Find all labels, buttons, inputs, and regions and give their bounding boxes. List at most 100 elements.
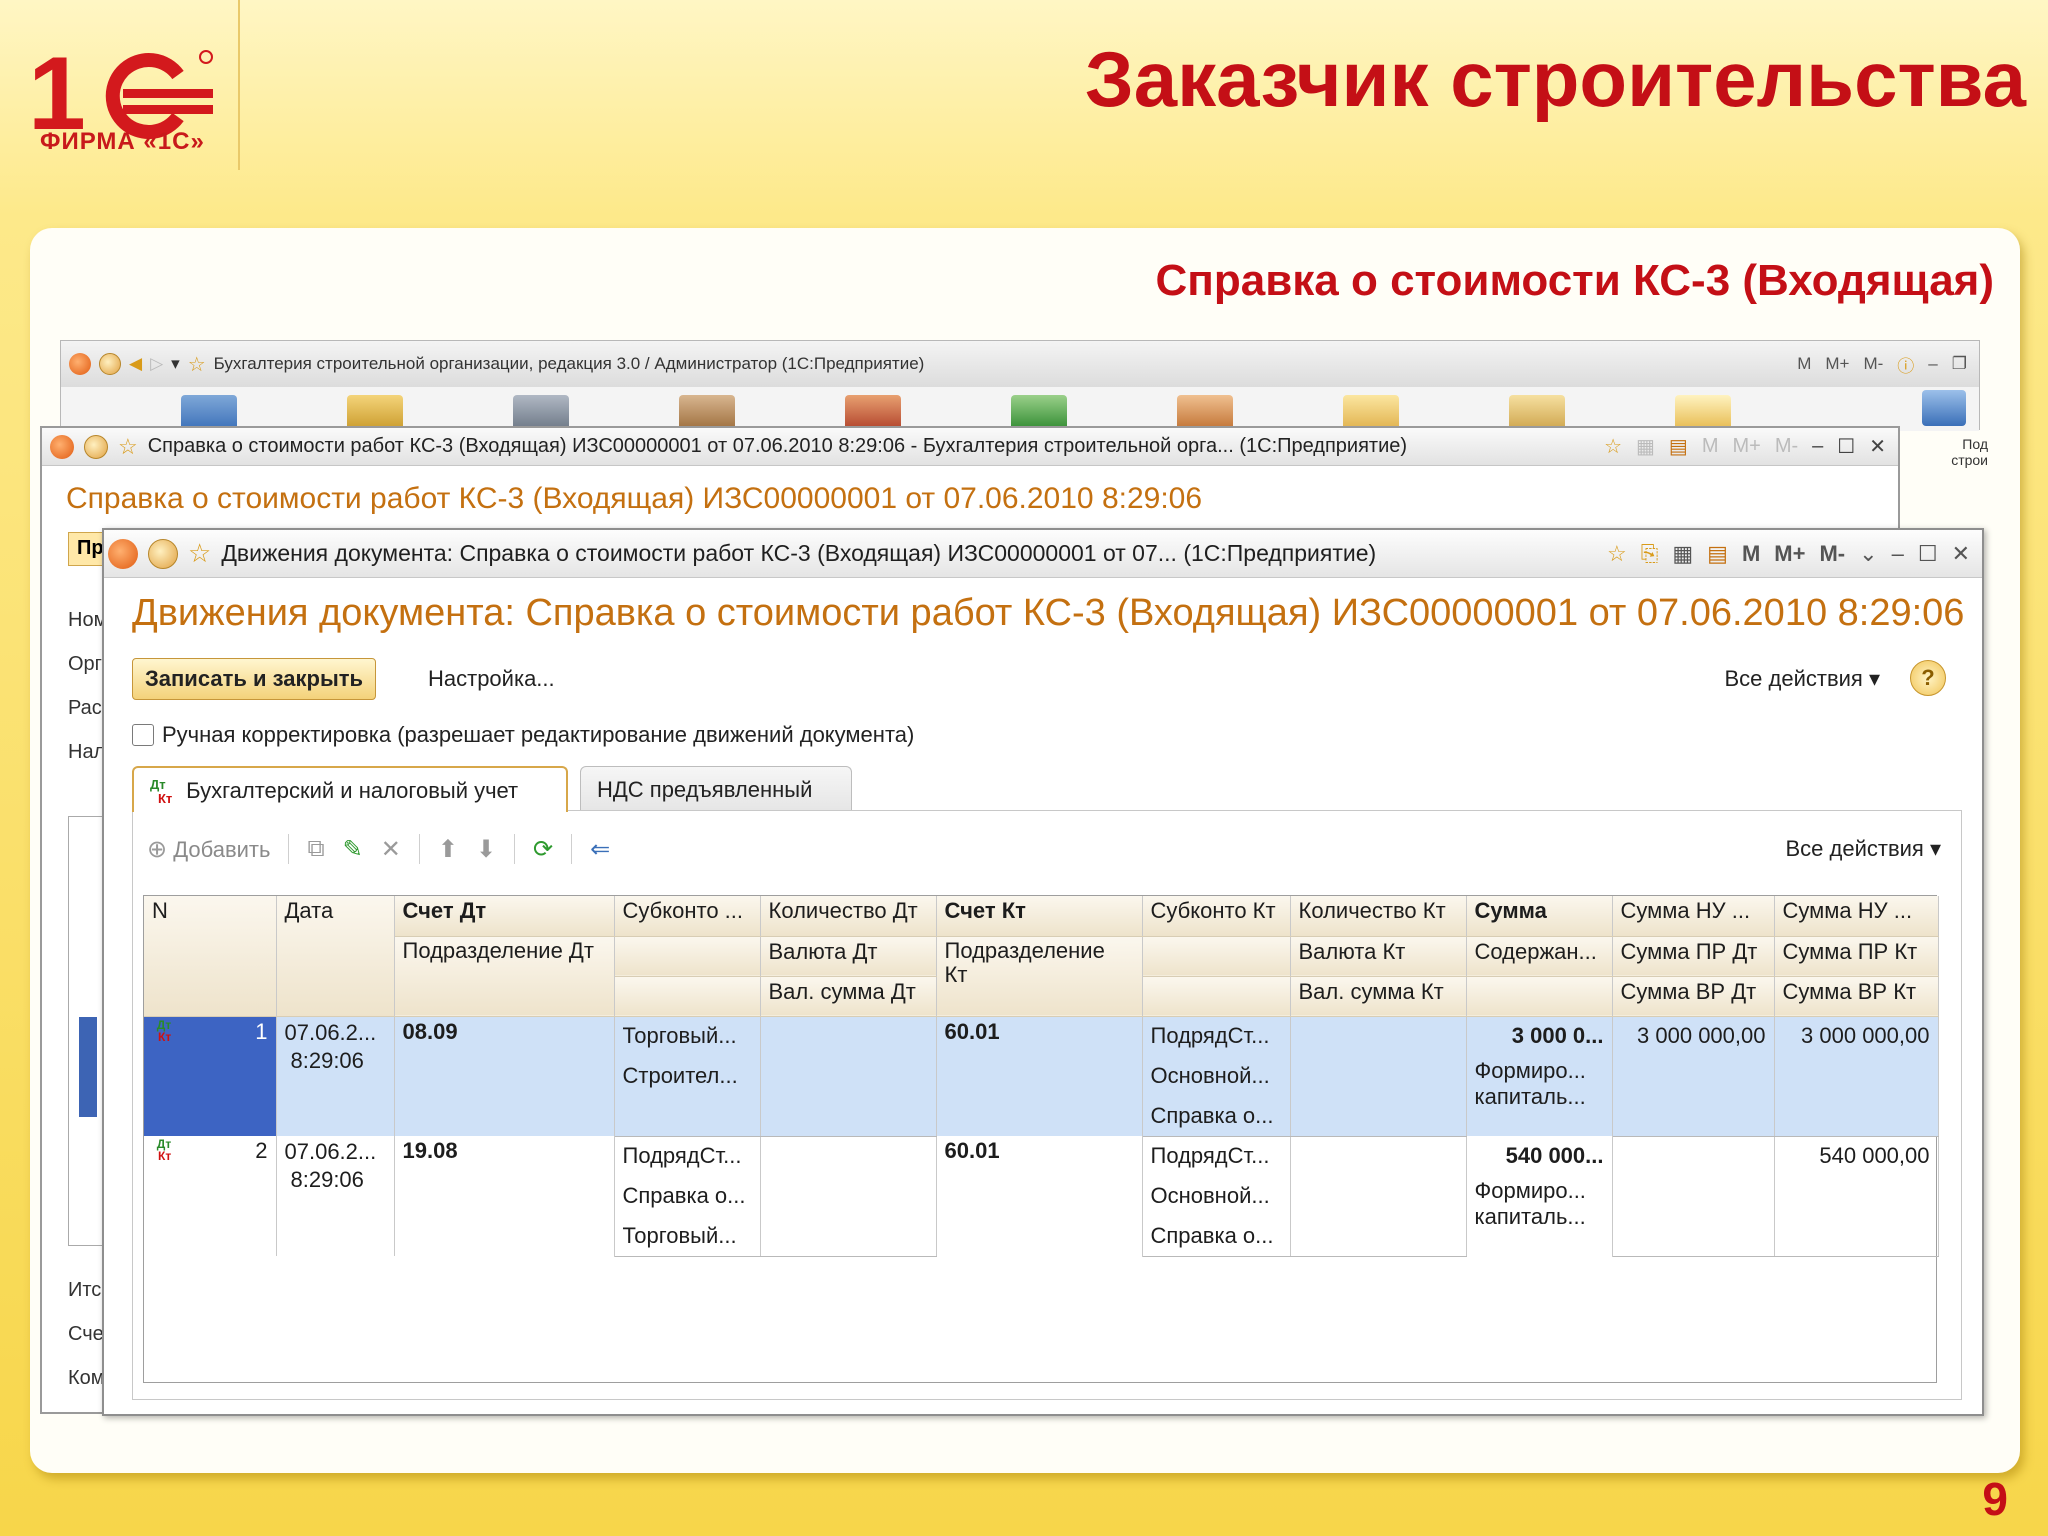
edit-pencil-icon[interactable]: ✎ [343,835,363,864]
col-header-sum-nu-dt[interactable]: Сумма НУ ... [1612,896,1775,937]
row-account-kt-cell[interactable]: 60.01 [936,1136,1143,1256]
row-sum-vr-dt-cell[interactable] [1612,1096,1775,1137]
all-actions-menu[interactable]: Все действия ▾ [1724,666,1880,692]
row-subconto-dt-cell[interactable]: Торговый... [614,1016,761,1056]
manual-correction-checkbox[interactable] [132,724,154,746]
col-header-account-kt[interactable]: Счет Кт [936,896,1143,937]
doc-favorites-star-icon[interactable]: ☆ [118,434,138,460]
row-currency-sum-kt-cell[interactable] [1290,1216,1467,1257]
row-sum-nu-dt-cell[interactable]: 3 000 000,00 [1612,1016,1775,1056]
moves-m-minus-button[interactable]: M- [1819,541,1845,567]
row-number-cell[interactable]: Дт Кт 2 [144,1136,277,1256]
row-currency-sum-dt-cell[interactable] [760,1096,937,1137]
m-minus-button[interactable]: M- [1863,354,1883,374]
add-button[interactable]: ⊕ Добавить [147,835,270,864]
row-currency-dt-cell[interactable] [760,1176,937,1216]
row-number-cell[interactable]: Дт Кт 1 [144,1016,277,1136]
row-sum-pr-kt-cell[interactable] [1774,1056,1939,1096]
row-subconto-kt-cell[interactable]: Основной... [1142,1176,1291,1216]
col-header-sum[interactable]: Сумма [1466,896,1613,937]
row-sum-cell[interactable]: 540 000... [1466,1136,1613,1176]
doc-app-menu-icon[interactable] [50,434,74,459]
m-plus-button[interactable]: M+ [1825,354,1849,374]
row-content-cell[interactable]: Формиро... капиталь... [1466,1056,1613,1136]
table-row[interactable]: Дт Кт 1 07.06.2... 8:29:06 08.09 Торговый… [144,1016,1939,1136]
row-account-dt-cell[interactable]: 19.08 [394,1136,615,1256]
col-header-qty-dt[interactable]: Количество Дт [760,896,937,937]
row-currency-kt-cell[interactable] [1290,1056,1467,1096]
doc-calendar-icon[interactable]: ▤ [1669,434,1688,459]
doc-selected-row[interactable] [79,1017,97,1117]
forward-arrow-icon[interactable]: ▷ [150,354,163,374]
moves-m-button[interactable]: M [1742,541,1760,567]
refresh-icon[interactable]: ⟳ [533,835,553,864]
doc-maximize-icon[interactable]: ☐ [1837,434,1855,459]
row-subconto-dt-cell[interactable]: Строител... [614,1056,761,1096]
moves-menu-dropdown-icon[interactable] [148,538,178,569]
row-sum-pr-kt-cell[interactable] [1774,1176,1939,1216]
moves-close-icon[interactable]: ✕ [1952,541,1970,567]
tab-accounting-tax[interactable]: Дт Кт Бухгалтерский и налоговый учет [132,766,568,812]
col-header-sum-vr-kt[interactable]: Сумма ВР Кт [1774,976,1939,1017]
doc-m-plus-button[interactable]: M+ [1733,435,1761,458]
col-header-division-kt[interactable]: Подразделение Кт [936,936,1143,1017]
moves-minimize-icon[interactable]: – [1892,541,1904,567]
row-sum-vr-kt-cell[interactable] [1774,1096,1939,1137]
doc-m-button[interactable]: M [1702,435,1719,458]
move-down-icon[interactable]: ⬇ [476,835,496,864]
row-qty-kt-cell[interactable] [1290,1016,1467,1056]
moves-history-icon[interactable]: ⎘ [1641,541,1659,567]
copy-icon[interactable]: ⧉ [307,835,324,863]
info-icon[interactable]: ⓘ [1897,352,1914,377]
row-qty-dt-cell[interactable] [760,1136,937,1176]
col-header-sum-pr-kt[interactable]: Сумма ПР Кт [1774,936,1939,977]
col-header-sum-vr-dt[interactable]: Сумма ВР Дт [1612,976,1775,1017]
fill-icon[interactable]: ⇐ [590,835,610,864]
col-header-account-dt[interactable]: Счет Дт [394,896,615,937]
row-qty-kt-cell[interactable] [1290,1136,1467,1176]
row-subconto-kt-cell[interactable]: Справка о... [1142,1216,1291,1257]
row-subconto-kt-cell[interactable]: Основной... [1142,1056,1291,1096]
row-sum-nu-kt-cell[interactable]: 3 000 000,00 [1774,1016,1939,1056]
minimize-icon[interactable]: – [1928,354,1937,374]
row-date-cell[interactable]: 07.06.2... 8:29:06 [276,1016,395,1136]
row-account-dt-cell[interactable]: 08.09 [394,1016,615,1136]
back-arrow-icon[interactable]: ◀ [129,354,142,374]
moves-link-icon[interactable]: ☆ [1607,541,1627,567]
favorites-star-icon[interactable]: ☆ [188,352,206,377]
settings-button[interactable]: Настройка... [428,666,555,692]
moves-calendar-icon[interactable]: ▤ [1707,541,1728,567]
section-icon-edge[interactable] [1922,390,1966,426]
move-up-icon[interactable]: ⬆ [438,835,458,864]
row-qty-dt-cell[interactable] [760,1016,937,1056]
m-button[interactable]: M [1797,354,1811,374]
col-header-n[interactable]: N [144,896,277,1017]
table-row[interactable]: Дт Кт 2 07.06.2... 8:29:06 19.08 ПодрядСт… [144,1136,1939,1256]
col-header-date[interactable]: Дата [276,896,395,1017]
save-and-close-button[interactable]: Записать и закрыть [132,658,377,700]
restore-icon[interactable]: ❐ [1952,354,1967,374]
row-currency-kt-cell[interactable] [1290,1176,1467,1216]
doc-minimize-icon[interactable]: – [1812,435,1823,458]
moves-m-plus-button[interactable]: M+ [1774,541,1805,567]
doc-close-icon[interactable]: ✕ [1869,434,1886,459]
row-content-cell[interactable]: Формиро... капиталь... [1466,1176,1613,1256]
row-subconto-dt-cell[interactable]: ПодрядСт... [614,1136,761,1176]
help-icon[interactable]: ? [1910,660,1946,696]
col-header-qty-kt[interactable]: Количество Кт [1290,896,1467,937]
moves-maximize-icon[interactable]: ☐ [1918,541,1938,567]
row-sum-nu-dt-cell[interactable] [1612,1136,1775,1176]
doc-menu-dropdown-icon[interactable] [84,434,108,459]
doc-m-minus-button[interactable]: M- [1775,435,1798,458]
row-subconto-kt-cell[interactable]: Справка о... [1142,1096,1291,1137]
row-subconto-kt-cell[interactable]: ПодрядСт... [1142,1136,1291,1176]
row-subconto-dt-cell[interactable] [614,1096,761,1137]
app-menu-icon[interactable] [69,353,91,375]
row-sum-vr-dt-cell[interactable] [1612,1216,1775,1257]
table-all-actions-menu[interactable]: Все действия ▾ [1785,836,1947,862]
row-sum-cell[interactable]: 3 000 0... [1466,1016,1613,1056]
col-header-subconto-dt[interactable]: Субконто ... [614,896,761,937]
doc-calc-icon[interactable]: ▦ [1636,434,1655,459]
row-sum-pr-dt-cell[interactable] [1612,1176,1775,1216]
moves-more-dropdown-icon[interactable]: ⌄ [1859,541,1877,567]
